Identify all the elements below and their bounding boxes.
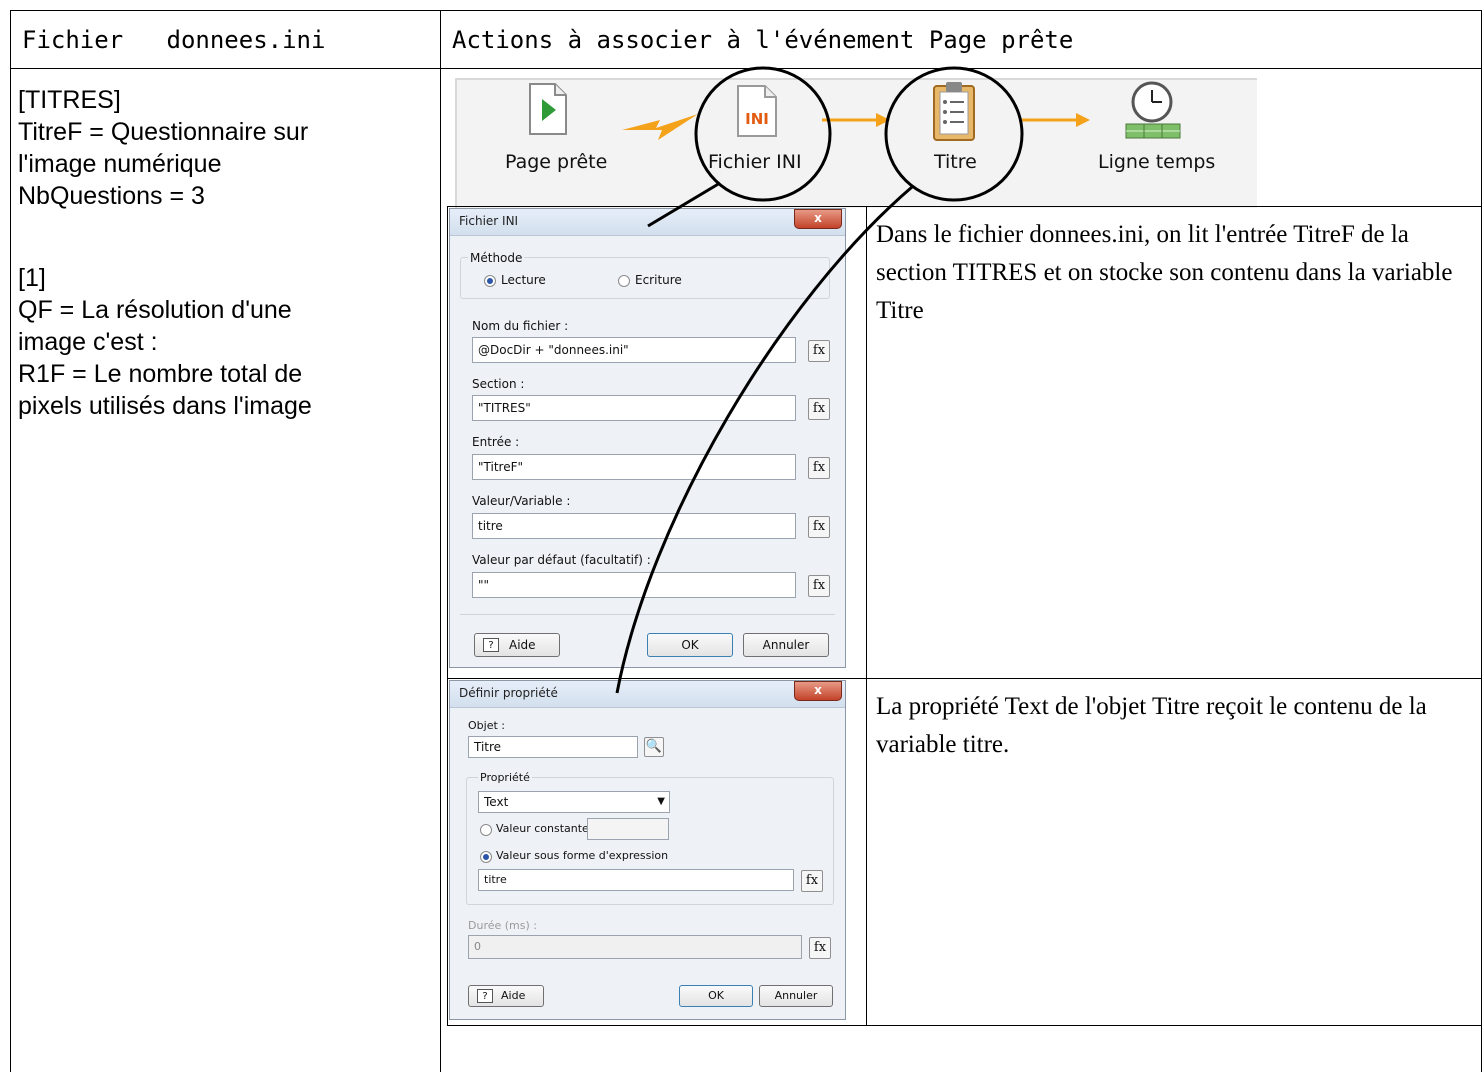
ini-line: QF = La résolution d'une — [18, 296, 292, 324]
inner-table-bottom — [447, 1025, 1481, 1026]
inner-table-left — [447, 206, 448, 1026]
property-description: La propriété Text de l'objet Titre reçoi… — [876, 693, 1427, 758]
fichier-ini-dialog: Fichier INI x Méthode Lecture Ecriture N… — [449, 208, 846, 668]
toolbar-label-ligne-temps: Ligne temps — [1098, 151, 1216, 173]
radio-valeur-constante[interactable] — [480, 824, 492, 836]
close-button[interactable]: x — [794, 209, 842, 229]
fx-button[interactable]: fx — [809, 937, 831, 959]
table-border-top — [10, 10, 1482, 11]
help-icon: ? — [483, 638, 499, 652]
cancel-button[interactable]: Annuler — [743, 633, 829, 657]
dialog-title: Définir propriété — [459, 686, 558, 700]
clipboard-list-icon[interactable] — [930, 80, 978, 142]
radio-lecture-label: Lecture — [501, 273, 546, 287]
clock-timeline-icon[interactable] — [1122, 80, 1184, 142]
default-value-label: Valeur par défaut (facultatif) : — [472, 553, 651, 567]
radio-ecriture[interactable] — [618, 275, 630, 287]
fx-button[interactable]: fx — [808, 457, 830, 479]
svg-text:INI: INI — [745, 110, 769, 128]
section-field[interactable]: "TITRES" — [472, 395, 796, 421]
ini-line: TitreF = Questionnaire sur — [18, 118, 309, 146]
toolbar-label-titre: Titre — [934, 151, 977, 173]
property-select[interactable]: Text ▼ — [478, 791, 670, 813]
help-button-label: Aide — [501, 989, 526, 1002]
property-select-value: Text — [484, 795, 509, 809]
table-border-left — [10, 10, 11, 1072]
property-label: Propriété — [478, 771, 532, 784]
dialog-titlebar: Fichier INI x — [450, 209, 845, 236]
filename-label: Nom du fichier : — [472, 319, 569, 333]
help-icon: ? — [477, 989, 493, 1003]
inner-table-row-divider — [447, 678, 1481, 679]
help-button[interactable]: ? Aide — [474, 633, 560, 657]
section-label: Section : — [472, 377, 525, 391]
table-border-header — [10, 68, 1482, 69]
fx-button[interactable]: fx — [801, 870, 823, 892]
radio-valeur-expression-label: Valeur sous forme d'expression — [496, 849, 669, 862]
chevron-down-icon: ▼ — [657, 796, 665, 807]
help-button[interactable]: ? Aide — [468, 985, 544, 1007]
header-right: Actions à associer à l'événement Page pr… — [452, 26, 1074, 54]
variable-field[interactable]: titre — [472, 513, 796, 539]
fx-button[interactable]: fx — [808, 516, 830, 538]
fx-button[interactable]: fx — [808, 398, 830, 420]
inner-table-divider — [866, 206, 867, 1026]
ini-line: R1F = Le nombre total de — [18, 360, 303, 388]
default-value-field[interactable]: "" — [472, 572, 796, 598]
inner-table-top — [447, 206, 1481, 207]
arrow-right-icon — [1022, 113, 1090, 127]
cancel-button[interactable]: Annuler — [759, 985, 833, 1007]
lightning-connector-icon — [622, 114, 698, 140]
entry-label: Entrée : — [472, 435, 520, 449]
definir-propriete-dialog: Définir propriété x Objet : Titre 🔍 Prop… — [449, 680, 846, 1020]
table-column-divider — [440, 10, 441, 1072]
expression-field[interactable]: titre — [478, 869, 794, 891]
header-left: Fichier donnees.ini — [22, 26, 326, 54]
object-field[interactable]: Titre — [468, 736, 638, 758]
help-button-label: Aide — [509, 638, 536, 652]
ok-button[interactable]: OK — [647, 633, 733, 657]
ini-line: image c'est : — [18, 328, 158, 356]
radio-ecriture-label: Ecriture — [635, 273, 682, 287]
object-label: Objet : — [468, 719, 505, 732]
ini-description: Dans le fichier donnees.ini, on lit l'en… — [876, 221, 1453, 324]
dialog-titlebar: Définir propriété x — [450, 681, 845, 708]
fx-button[interactable]: fx — [808, 575, 830, 597]
ok-button[interactable]: OK — [679, 985, 753, 1007]
toolbar-label-fichier-ini: Fichier INI — [708, 151, 802, 173]
radio-lecture[interactable] — [484, 275, 496, 287]
ini-line: NbQuestions = 3 — [18, 182, 205, 210]
radio-valeur-constante-label: Valeur constante — [496, 822, 589, 835]
arrow-right-icon — [822, 113, 890, 127]
duration-label: Durée (ms) : — [468, 919, 537, 932]
variable-label: Valeur/Variable : — [472, 494, 571, 508]
ini-line: [1] — [18, 264, 46, 292]
toolbar-label-page-prete: Page prête — [505, 151, 608, 173]
dialog-separator — [460, 614, 835, 615]
close-button[interactable]: x — [794, 681, 842, 701]
duration-field[interactable]: 0 — [468, 935, 802, 959]
constant-value-field[interactable] — [587, 818, 669, 840]
search-icon: 🔍 — [645, 739, 663, 754]
method-label: Méthode — [468, 251, 525, 265]
ini-line: pixels utilisés dans l'image — [18, 392, 312, 420]
dialog-title: Fichier INI — [459, 214, 519, 228]
filename-field[interactable]: @DocDir + "donnees.ini" — [472, 337, 796, 363]
ini-file-icon[interactable]: INI — [735, 84, 779, 138]
search-button[interactable]: 🔍 — [644, 737, 664, 757]
radio-valeur-expression[interactable] — [480, 851, 492, 863]
page-play-icon[interactable] — [527, 82, 569, 136]
ini-line: l'image numérique — [18, 150, 222, 178]
fx-button[interactable]: fx — [808, 340, 830, 362]
ini-line: [TITRES] — [18, 86, 121, 114]
entry-field[interactable]: "TitreF" — [472, 454, 796, 480]
